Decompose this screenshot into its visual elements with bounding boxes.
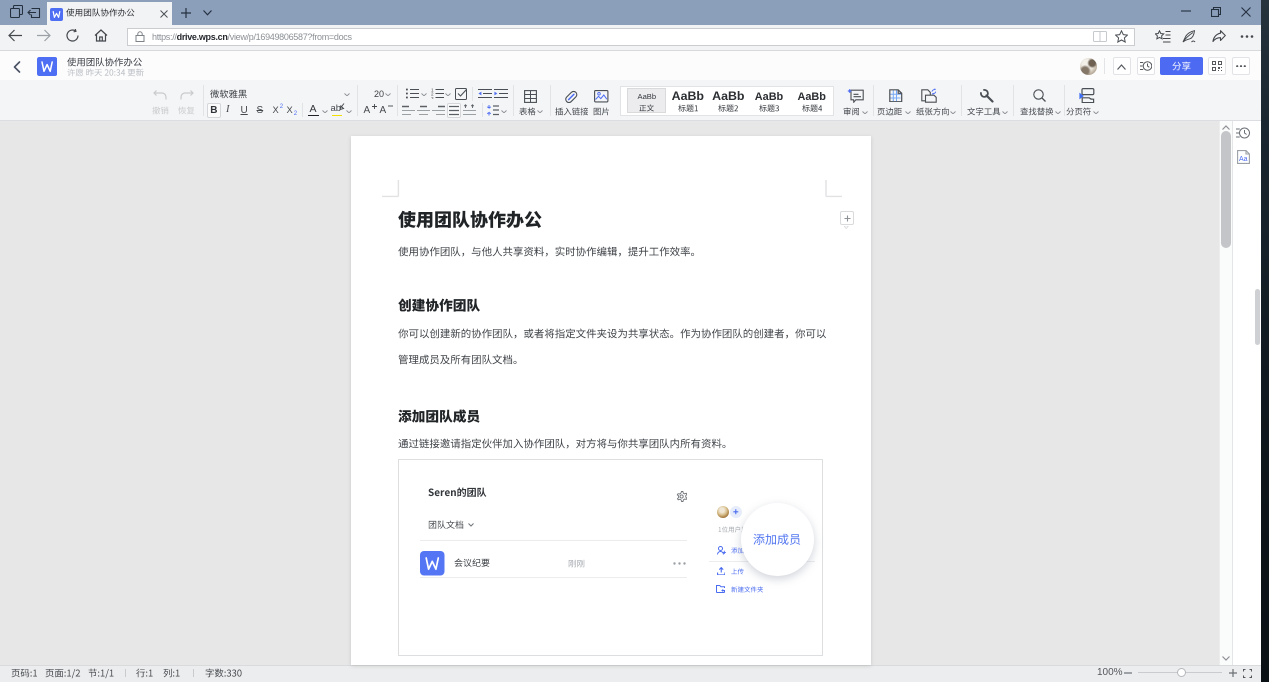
svg-text:Aa: Aa: [1239, 156, 1248, 163]
svg-text:3: 3: [431, 96, 434, 99]
